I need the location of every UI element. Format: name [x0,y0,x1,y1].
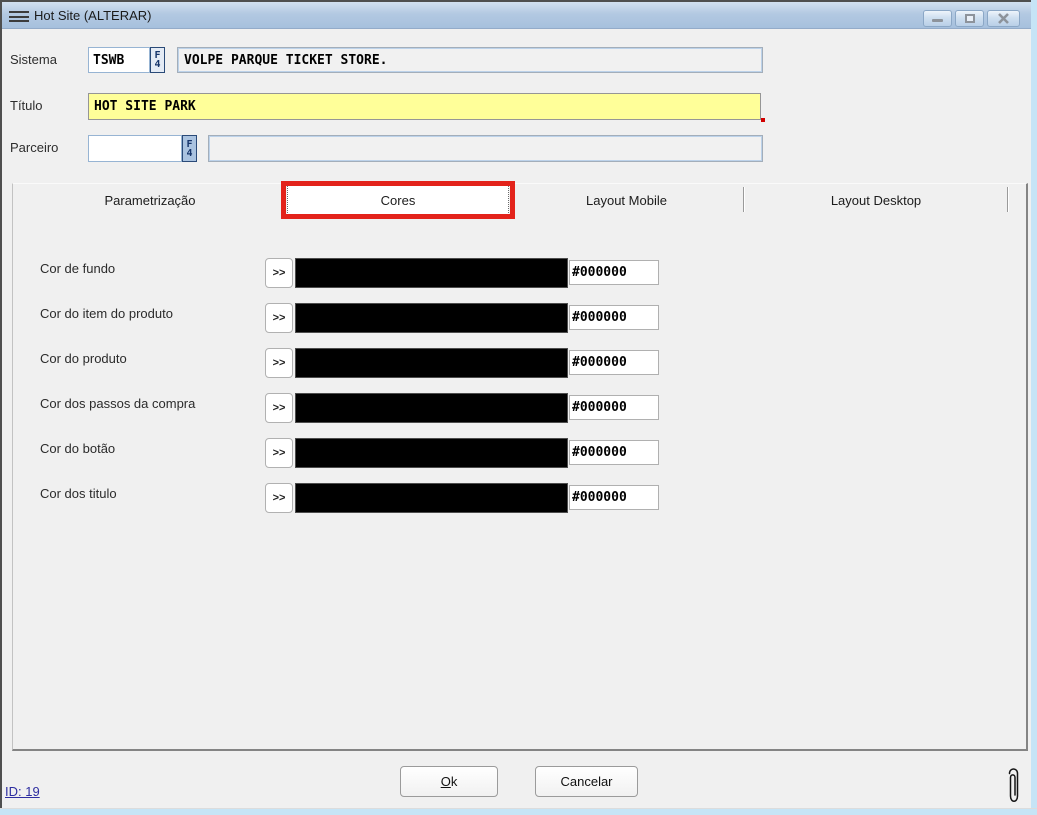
color-row-label: Cor do item do produto [40,306,173,321]
color-swatch[interactable] [295,483,568,513]
window-title: Hot Site (ALTERAR) [34,8,152,23]
paperclip-icon[interactable] [1006,764,1021,811]
color-picker-button[interactable]: >> [265,483,293,513]
sistema-input[interactable] [88,47,150,73]
ok-button-rest: k [451,774,458,789]
maximize-icon [965,14,975,23]
titlebar: Hot Site (ALTERAR) [2,2,1031,29]
tab-panel: Parametrização Cores Layout Mobile Layou… [12,183,1028,751]
tab-layout-mobile[interactable]: Layout Mobile [509,185,744,215]
tab-layout-desktop[interactable]: Layout Desktop [744,185,1008,215]
color-picker-button[interactable]: >> [265,258,293,288]
minimize-icon [932,19,943,22]
red-highlight-annotation [281,181,515,219]
f4-icon-bottom: 4 [186,149,192,158]
color-hex-input[interactable] [569,485,659,510]
ok-button-accel: O [441,774,451,789]
color-swatch[interactable] [295,393,568,423]
color-picker-button[interactable]: >> [265,303,293,333]
close-icon [997,13,1010,24]
color-hex-input[interactable] [569,440,659,465]
window-border-left [0,0,2,815]
close-button[interactable] [987,10,1020,27]
sistema-description-text: VOLPE PARQUE TICKET STORE. [184,53,388,68]
titulo-label: Título [10,98,43,113]
color-row-label: Cor de fundo [40,261,115,276]
color-row-label: Cor do botão [40,441,115,456]
color-hex-input[interactable] [569,350,659,375]
window-border-top [0,0,1037,2]
tab-separator [743,187,744,212]
tab-parametrizacao[interactable]: Parametrização [13,185,287,215]
hamburger-menu-icon[interactable] [9,11,29,25]
color-row-label: Cor dos passos da compra [40,396,195,411]
color-swatch[interactable] [295,348,568,378]
maximize-button[interactable] [955,10,984,27]
parceiro-label: Parceiro [10,140,58,155]
record-id-link[interactable]: ID: 19 [5,784,40,799]
color-hex-input[interactable] [569,395,659,420]
window-border-bottom [0,809,1037,815]
titulo-input[interactable] [88,93,761,120]
color-picker-button[interactable]: >> [265,393,293,423]
color-swatch[interactable] [295,258,568,288]
window-border-right [1031,0,1037,815]
color-row-label: Cor do produto [40,351,127,366]
ok-button[interactable]: Ok [400,766,498,797]
parceiro-f4-lookup-button[interactable]: F 4 [182,135,197,162]
parceiro-input[interactable] [88,135,182,162]
sistema-label: Sistema [10,52,57,67]
color-hex-input[interactable] [569,305,659,330]
tab-separator [1007,187,1008,212]
sistema-description-field: VOLPE PARQUE TICKET STORE. [177,47,763,73]
color-picker-button[interactable]: >> [265,348,293,378]
color-row-label: Cor dos titulo [40,486,117,501]
minimize-button[interactable] [923,10,952,27]
color-swatch[interactable] [295,438,568,468]
parceiro-description-field [208,135,763,162]
f4-icon-bottom: 4 [154,60,160,69]
color-picker-button[interactable]: >> [265,438,293,468]
color-swatch[interactable] [295,303,568,333]
required-field-dot [761,118,765,122]
color-hex-input[interactable] [569,260,659,285]
sistema-f4-lookup-button[interactable]: F 4 [150,47,165,73]
cancel-button[interactable]: Cancelar [535,766,638,797]
